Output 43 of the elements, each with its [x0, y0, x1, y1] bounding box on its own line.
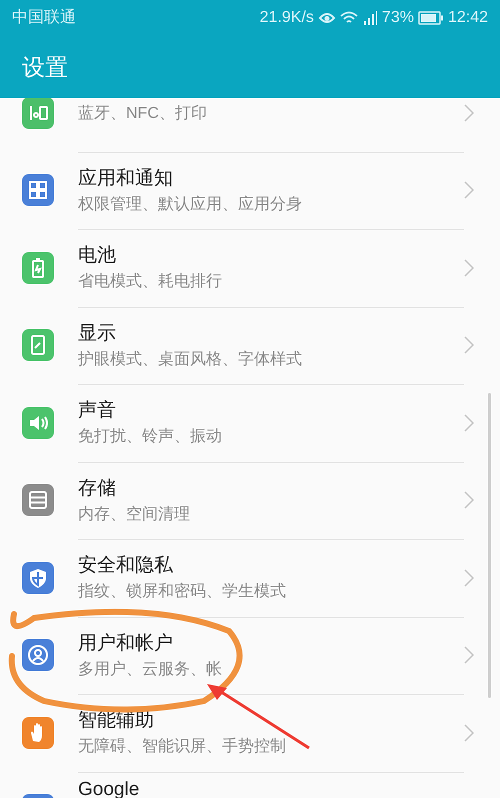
- settings-row[interactable]: 显示 护眼模式、桌面风格、字体样式: [0, 306, 500, 384]
- wifi-icon: [340, 11, 358, 25]
- chevron-icon: [464, 724, 474, 742]
- row-subtitle: 无障碍、智能识屏、手势控制: [78, 736, 287, 758]
- chevron-icon: [464, 181, 474, 200]
- row-subtitle: 多用户、云服务、帐: [78, 660, 223, 680]
- battery-icon: [418, 11, 444, 25]
- settings-row[interactable]: 应用和通知 权限管理、默认应用、应用分身: [0, 152, 500, 229]
- row-title: 声音: [78, 399, 117, 424]
- row-title: 安全和隐私: [78, 554, 174, 578]
- settings-row[interactable]: 存储 内存、空间清理: [0, 462, 500, 539]
- page-title: 设置: [22, 52, 68, 82]
- row-subtitle: 内存、空间清理: [78, 504, 191, 525]
- clock-time: 12:42: [448, 8, 488, 28]
- row-title: 应用和通知: [78, 166, 174, 191]
- chevron-icon: [464, 414, 474, 432]
- eye-icon: [318, 11, 336, 25]
- chevron-icon: [464, 258, 474, 277]
- chevron-icon: [464, 491, 474, 510]
- settings-row[interactable]: 电池 省电模式、耗电排行: [0, 229, 500, 306]
- chevron-icon: [464, 568, 474, 587]
- carrier-name: 中国联通: [12, 8, 76, 28]
- network-speed: 21.9K/s: [260, 8, 314, 28]
- row-subtitle: 护眼模式、桌面风格、字体样式: [78, 350, 303, 370]
- row-title: 电池: [78, 244, 117, 268]
- chevron-icon: [464, 336, 474, 354]
- row-subtitle: 省电模式、耗电排行: [78, 272, 223, 292]
- settings-row[interactable]: 声音 免打扰、铃声、振动: [0, 384, 500, 462]
- chevron-icon: [464, 646, 474, 664]
- signal-icon: [362, 10, 378, 26]
- row-title: 存储: [78, 476, 117, 501]
- row-subtitle: 免打扰、铃声、振动: [78, 426, 223, 448]
- chevron-icon: [464, 104, 474, 122]
- row-subtitle: 指纹、锁屏和密码、学生模式: [78, 582, 287, 602]
- row-subtitle: 权限管理、默认应用、应用分身: [78, 194, 303, 215]
- row-title: 用户和帐户: [78, 632, 174, 656]
- settings-row[interactable]: 智能辅助 无障碍、智能识屏、手势控制: [0, 694, 500, 772]
- battery-percent: 73%: [382, 8, 414, 28]
- row-title: 显示: [78, 322, 117, 346]
- settings-row[interactable]: 安全和隐私 指纹、锁屏和密码、学生模式: [0, 539, 500, 616]
- row-title: 智能辅助: [78, 709, 155, 734]
- row-subtitle: 蓝牙、NFC、打印: [78, 104, 208, 124]
- settings-row[interactable]: 用户和帐户 多用户、云服务、帐: [0, 616, 500, 694]
